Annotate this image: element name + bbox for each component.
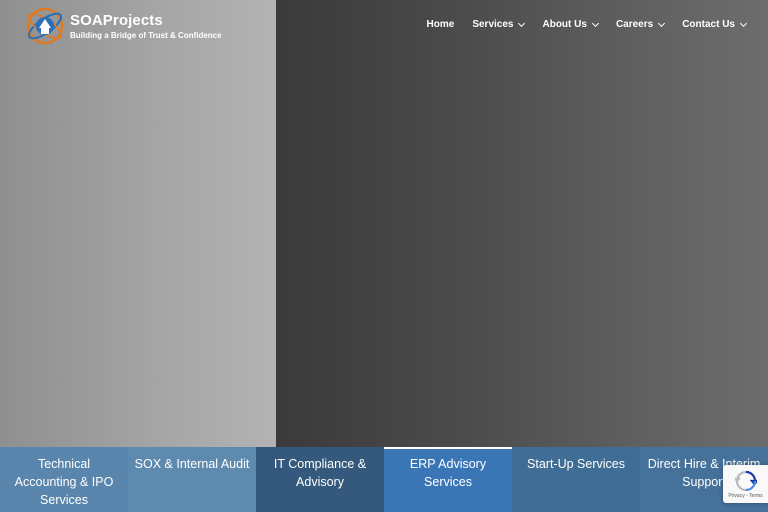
chevron-down-icon: [591, 19, 599, 27]
recaptcha-badge[interactable]: Privacy - Terms: [723, 465, 768, 503]
hero-left-panel: [0, 0, 276, 447]
tab-it-compliance-advisory[interactable]: IT Compliance & Advisory: [256, 447, 384, 512]
nav-item-label: Contact Us: [682, 19, 735, 30]
nav-item-careers[interactable]: Careers: [615, 19, 666, 30]
recaptcha-icon: [734, 470, 757, 491]
nav-item-contact-us[interactable]: Contact Us: [682, 19, 748, 30]
hero-right-panel: [276, 0, 768, 447]
tab-erp-advisory-services[interactable]: ERP Advisory Services: [384, 447, 512, 512]
nav-item-about-us[interactable]: About Us: [542, 19, 599, 30]
chevron-down-icon: [518, 19, 526, 27]
soaprojects-logo-icon: [24, 6, 66, 46]
nav-item-label: Careers: [615, 19, 654, 30]
nav-item-label: Home: [426, 19, 455, 30]
nav-item-services[interactable]: Services: [472, 19, 526, 30]
brand-tagline: Building a Bridge of Trust & Confidence: [70, 30, 222, 40]
brand-name: SOAProjects: [70, 11, 163, 29]
service-tabs: Technical Accounting & IPO Services SOX …: [0, 447, 768, 512]
nav-item-label: Services: [472, 19, 514, 30]
tab-technical-accounting-ipo[interactable]: Technical Accounting & IPO Services: [0, 447, 128, 512]
site-logo[interactable]: SOAProjects Building a Bridge of Trust &…: [24, 6, 222, 46]
nav-item-label: About Us: [542, 19, 587, 30]
tab-sox-internal-audit[interactable]: SOX & Internal Audit: [128, 447, 256, 512]
tab-start-up-services[interactable]: Start-Up Services: [512, 447, 640, 512]
chevron-down-icon: [658, 19, 666, 27]
chevron-down-icon: [739, 19, 748, 27]
nav-item-home[interactable]: Home: [427, 19, 455, 30]
main-nav: Home Services About Us Careers Contact U…: [427, 19, 748, 30]
recaptcha-terms-link[interactable]: Privacy - Terms: [728, 493, 762, 499]
